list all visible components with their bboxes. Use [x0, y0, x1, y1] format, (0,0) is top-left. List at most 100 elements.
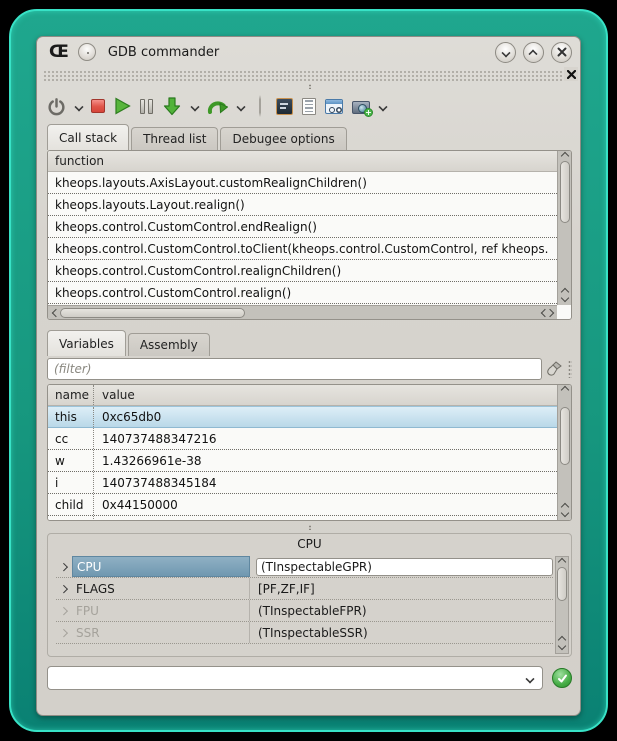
callstack-row[interactable]: kheops.control.CustomControl.endRealign(… [48, 216, 557, 238]
variable-row[interactable]: b 1.43266961e-38 [48, 516, 557, 520]
cpu-row[interactable]: CPU (TInspectableGPR) [56, 556, 553, 578]
app-logo-icon: Œ [49, 42, 68, 62]
expand-chevron-icon[interactable] [56, 564, 72, 570]
camera-add-icon: + [352, 101, 370, 114]
cpu-row[interactable]: FPU (TInspectableFPR) [56, 600, 553, 622]
callstack-row[interactable]: kheops.control.CustomControl.realign() [48, 282, 557, 304]
column-value[interactable]: value [94, 388, 135, 402]
step-over-dropdown-chevron-icon[interactable] [237, 103, 244, 110]
add-inspector-dropdown-chevron-icon[interactable] [379, 103, 386, 110]
combo-dropdown-chevron-icon[interactable] [526, 675, 533, 682]
stack-tabbar: Call stack Thread list Debugee options [47, 124, 347, 150]
brush-icon [545, 360, 563, 378]
cpu-group-title: CPU [48, 534, 571, 554]
expand-chevron-icon[interactable] [56, 630, 72, 636]
step-over-button[interactable] [207, 93, 228, 119]
clear-filter-button[interactable] [542, 358, 566, 380]
command-row [47, 665, 572, 691]
cpu-view-button[interactable] [276, 93, 293, 119]
cpu-groupbox: CPU CPU (TInspectableGPR) FLAGS [PF,ZF,I… [47, 533, 572, 657]
scroll-thumb[interactable] [560, 407, 570, 465]
column-name[interactable]: name [48, 385, 94, 405]
scroll-thumb[interactable] [560, 161, 570, 223]
toolbar-separator [259, 95, 261, 117]
close-button[interactable] [551, 42, 572, 63]
tab-assembly[interactable]: Assembly [128, 333, 210, 356]
watches-window-icon [325, 99, 343, 114]
variable-row[interactable]: this 0xc65db0 [48, 406, 557, 428]
callstack-row[interactable]: kheops.control.CustomControl.toClient(kh… [48, 238, 557, 260]
variables-header[interactable]: name value [48, 385, 557, 406]
tab-variables[interactable]: Variables [47, 330, 126, 356]
execute-command-button[interactable] [552, 668, 572, 688]
scroll-up-icon[interactable] [561, 385, 569, 393]
run-button[interactable] [114, 93, 131, 119]
expand-chevron-icon[interactable] [56, 586, 72, 592]
variable-row[interactable]: cc 140737488347216 [48, 428, 557, 450]
dock-titlebar[interactable] [43, 70, 576, 82]
titlebar[interactable]: Œ GDB commander [37, 37, 580, 67]
variables-vertical-scrollbar[interactable] [557, 385, 571, 520]
cpu-row[interactable]: SSR (TInspectableSSR) [56, 622, 553, 644]
pause-icon [140, 99, 153, 114]
window-title: GDB commander [108, 45, 219, 60]
filter-row [47, 357, 572, 381]
panel-resize-grip[interactable] [568, 360, 572, 378]
callstack-panel: function kheops.layouts.AxisLayout.custo… [47, 150, 572, 320]
scroll-down-icon[interactable] [558, 643, 566, 651]
cpu-row[interactable]: FLAGS [PF,ZF,IF] [56, 578, 553, 600]
check-icon [557, 673, 568, 684]
callstack-horizontal-scrollbar[interactable] [48, 305, 557, 319]
close-icon [557, 47, 567, 57]
disassembly-button[interactable] [302, 93, 316, 119]
dock-close-button[interactable] [564, 67, 578, 81]
scroll-right-icon[interactable] [547, 309, 555, 317]
watches-button[interactable] [325, 93, 343, 119]
shade-button[interactable] [495, 42, 516, 63]
document-lines-icon [302, 98, 316, 115]
expand-chevron-icon[interactable] [56, 608, 72, 614]
step-over-icon [207, 96, 228, 116]
callstack-row[interactable]: kheops.layouts.AxisLayout.customRealignC… [48, 172, 557, 194]
add-inspector-button[interactable]: + [352, 93, 370, 119]
cpu-chip-icon [276, 98, 293, 115]
scroll-down-icon[interactable] [561, 510, 569, 518]
scroll-up-icon[interactable] [558, 557, 566, 565]
callstack-row[interactable]: kheops.control.CustomControl.realignChil… [48, 260, 557, 282]
cpu-register-tree: CPU (TInspectableGPR) FLAGS [PF,ZF,IF] F… [56, 556, 553, 656]
pause-button[interactable] [140, 93, 153, 119]
chevron-down-icon [502, 49, 509, 56]
power-dropdown-chevron-icon[interactable] [75, 103, 82, 110]
scroll-thumb[interactable] [60, 308, 245, 318]
callstack-row[interactable]: kheops.layouts.Layout.realign() [48, 194, 557, 216]
register-value-field[interactable]: (TInspectableGPR) [256, 558, 553, 576]
power-button[interactable] [47, 93, 66, 119]
tab-thread-list[interactable]: Thread list [131, 127, 218, 150]
scroll-down-icon[interactable] [561, 295, 569, 303]
scroll-up-icon[interactable] [561, 151, 569, 159]
variable-row[interactable]: child 0x44150000 [48, 494, 557, 516]
tab-call-stack[interactable]: Call stack [47, 124, 129, 150]
callstack-header[interactable]: function [48, 151, 557, 172]
window-menu-button[interactable] [78, 43, 96, 61]
splitter-grip[interactable] [309, 525, 311, 530]
stop-button[interactable] [91, 93, 105, 119]
variable-row[interactable]: i 140737488345184 [48, 472, 557, 494]
step-into-dropdown-chevron-icon[interactable] [191, 103, 198, 110]
stop-icon [91, 99, 105, 113]
variable-row[interactable]: w 1.43266961e-38 [48, 450, 557, 472]
scroll-left-icon[interactable] [50, 309, 58, 317]
scroll-thumb[interactable] [557, 567, 567, 601]
maximize-button[interactable] [523, 42, 544, 63]
command-value [48, 672, 54, 686]
filter-input[interactable] [47, 358, 542, 380]
callstack-vertical-scrollbar[interactable] [557, 151, 571, 305]
dock-close-icon [567, 70, 576, 79]
cpu-vertical-scrollbar[interactable] [555, 556, 569, 654]
gdb-commander-window: Œ GDB commander [36, 36, 581, 716]
step-into-button[interactable] [162, 93, 182, 119]
run-icon [114, 97, 131, 115]
chevron-up-icon [530, 51, 537, 58]
tab-debugee-options[interactable]: Debugee options [220, 127, 346, 150]
gdb-command-combobox[interactable] [47, 666, 543, 690]
